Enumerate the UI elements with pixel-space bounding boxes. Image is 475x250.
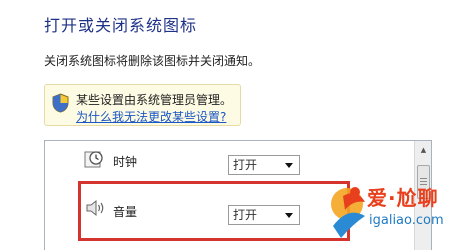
- clock-behavior-value: 打开: [233, 158, 258, 172]
- scroll-up-arrow[interactable]: ▲: [417, 143, 430, 157]
- highlight-box: [78, 181, 350, 241]
- why-cant-change-link[interactable]: 为什么我无法更改某些设置?: [76, 108, 226, 125]
- chevron-down-icon: [285, 163, 293, 168]
- description: 关闭系统图标将删除该图标并关闭通知。: [44, 54, 261, 68]
- shield-icon: [52, 93, 69, 113]
- admin-notice: 某些设置由系统管理员管理。 为什么我无法更改某些设置?: [44, 84, 241, 126]
- watermark-title: 爱·尬聊: [367, 186, 439, 210]
- notice-message: 某些设置由系统管理员管理。: [76, 93, 233, 107]
- row-label-clock: 时钟: [113, 155, 138, 169]
- clock-icon: [84, 151, 103, 168]
- watermark-url: igaliao.com: [369, 213, 444, 228]
- clock-behavior-select[interactable]: 打开: [228, 155, 300, 175]
- page-title: 打开或关闭系统图标: [44, 16, 198, 35]
